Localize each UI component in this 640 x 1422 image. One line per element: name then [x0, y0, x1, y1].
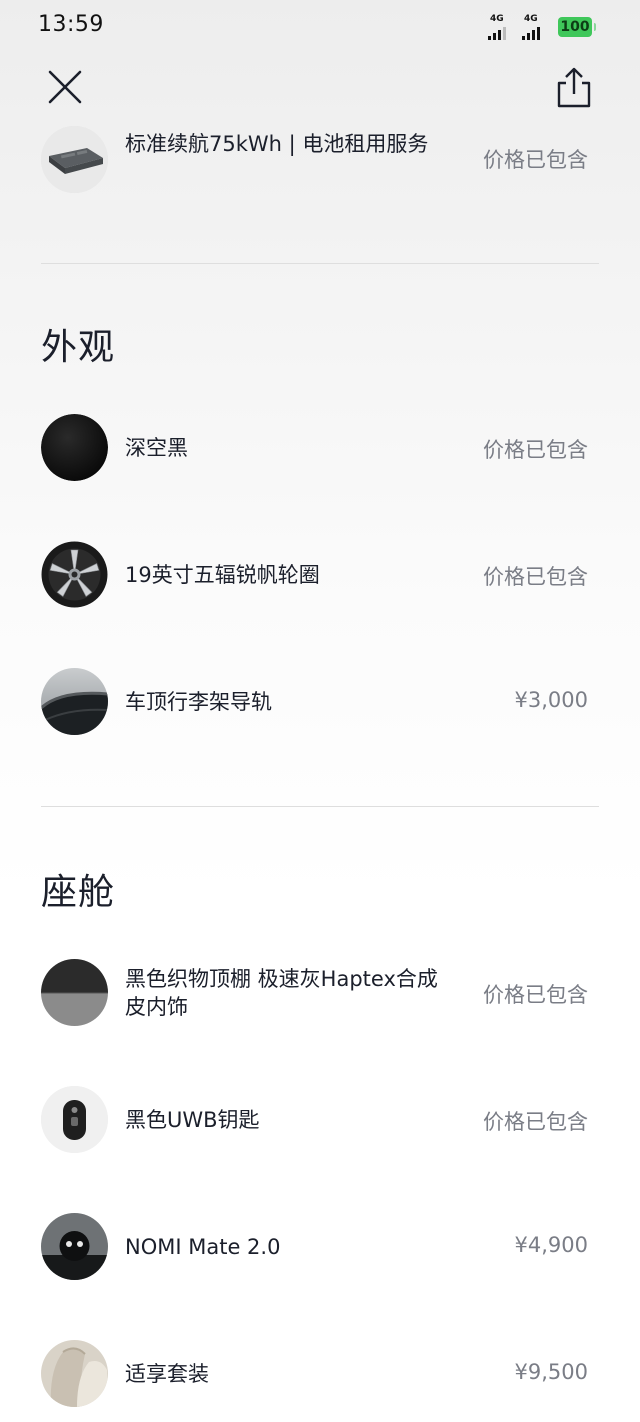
- status-bar: 13:59 4G 4G 100: [0, 0, 640, 56]
- key-item[interactable]: 黑色UWB钥匙 价格已包含: [0, 1082, 640, 1158]
- item-price: 价格已包含: [483, 438, 588, 462]
- interior-item[interactable]: 黑色织物顶棚 极速灰Haptex合成皮内饰 价格已包含: [0, 955, 640, 1031]
- section-title-cabin: 座舱: [41, 872, 116, 913]
- signal-icon: 4G: [522, 14, 552, 40]
- key-fob-thumbnail: [41, 1086, 108, 1153]
- item-name: 黑色UWB钥匙: [125, 1108, 260, 1132]
- wheel-thumbnail: [41, 541, 108, 608]
- item-price: ¥3,000: [514, 688, 588, 712]
- item-name: 适享套装: [125, 1362, 209, 1386]
- seat-package-thumbnail: [41, 1340, 108, 1407]
- black-paint-swatch: [41, 414, 108, 481]
- item-price: 价格已包含: [483, 1110, 588, 1134]
- item-name: 深空黑: [125, 436, 188, 460]
- battery-indicator: 100: [558, 17, 596, 37]
- item-price: 价格已包含: [483, 983, 588, 1007]
- battery-pack-thumbnail: [41, 126, 108, 193]
- signal-icon: 4G: [488, 14, 518, 40]
- item-name: NOMI Mate 2.0: [125, 1235, 281, 1259]
- close-icon: [48, 70, 82, 104]
- battery-config-item[interactable]: 标准续航75kWh | 电池租用服务 价格已包含: [0, 122, 640, 198]
- wheel-item[interactable]: 19英寸五辐锐帆轮圈 价格已包含: [0, 537, 640, 613]
- item-name: 车顶行李架导轨: [125, 690, 272, 714]
- roof-rail-item[interactable]: 车顶行李架导轨 ¥3,000: [0, 664, 640, 740]
- roof-rail-thumbnail: [41, 668, 108, 735]
- share-icon: [557, 67, 591, 108]
- exterior-color-item[interactable]: 深空黑 价格已包含: [0, 410, 640, 486]
- item-price: 价格已包含: [483, 565, 588, 589]
- network-type: 4G: [490, 14, 504, 24]
- item-name: 标准续航75kWh | 电池租用服务: [125, 132, 429, 156]
- seat-package-item[interactable]: 适享套装 ¥9,500: [0, 1336, 640, 1412]
- nomi-item[interactable]: NOMI Mate 2.0 ¥4,900: [0, 1209, 640, 1285]
- interior-swatch: [41, 959, 108, 1026]
- item-price: ¥4,900: [514, 1233, 588, 1257]
- divider: [41, 806, 599, 807]
- share-button[interactable]: [548, 62, 600, 114]
- item-price: 价格已包含: [483, 148, 588, 172]
- item-name: 黑色织物顶棚 极速灰Haptex合成皮内饰: [125, 967, 438, 1019]
- divider: [41, 263, 599, 264]
- nomi-thumbnail: [41, 1213, 108, 1280]
- close-button[interactable]: [40, 62, 90, 112]
- item-name: 19英寸五辐锐帆轮圈: [125, 563, 320, 587]
- network-type: 4G: [524, 14, 538, 24]
- section-title-exterior: 外观: [41, 327, 116, 368]
- item-price: ¥9,500: [514, 1360, 588, 1384]
- status-time: 13:59: [38, 12, 104, 37]
